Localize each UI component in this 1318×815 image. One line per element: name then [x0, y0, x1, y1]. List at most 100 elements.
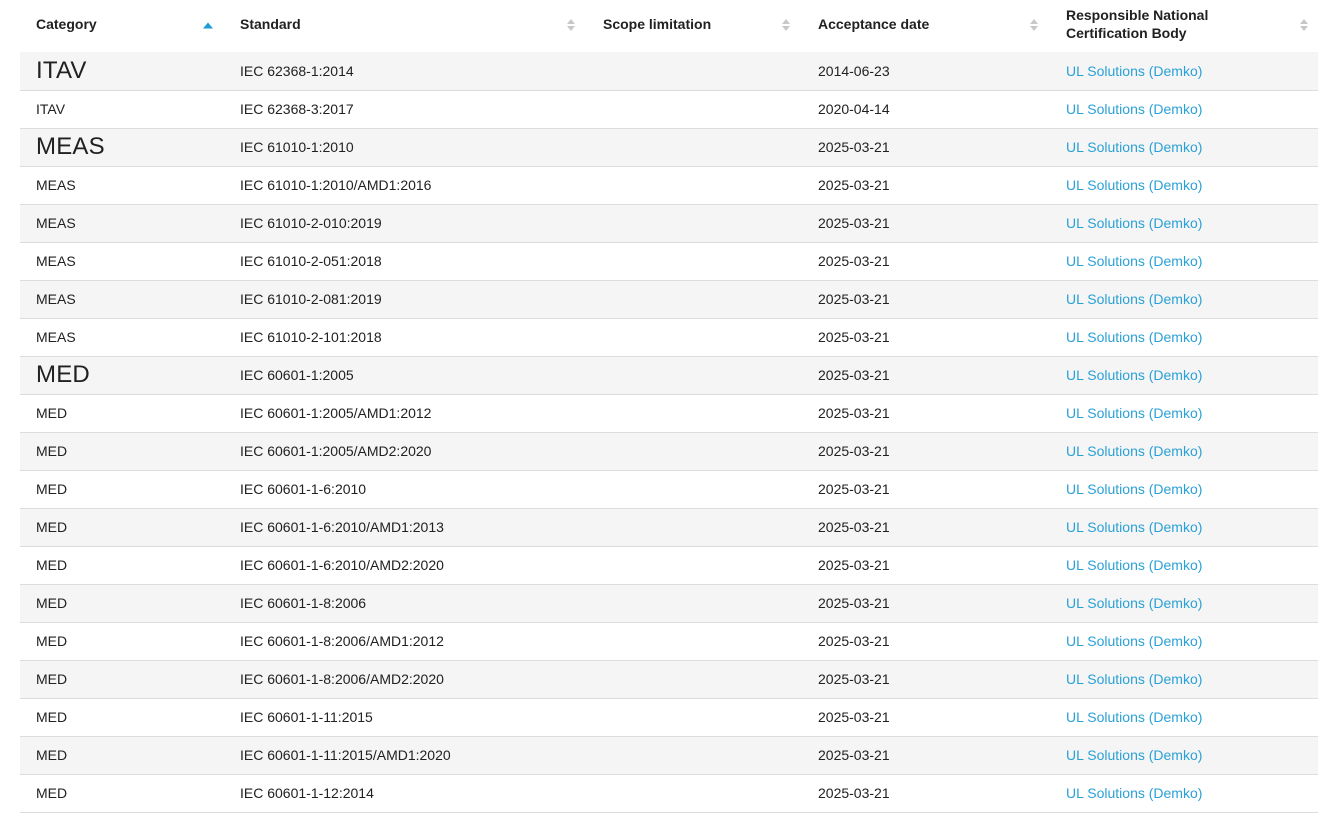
category-cell: MEAS	[20, 166, 222, 204]
standard-label: IEC 60601-1-8:2006	[240, 595, 366, 611]
category-cell: MED	[20, 432, 222, 470]
acceptance-date-label: 2025-03-21	[818, 557, 890, 573]
standard-cell: IEC 60601-1-8:2006/AMD2:2020	[222, 660, 585, 698]
acceptance-date-label: 2025-03-21	[818, 785, 890, 801]
standard-label: IEC 60601-1-8:2006/AMD2:2020	[240, 671, 444, 687]
certification-body-link[interactable]: UL Solutions (Demko)	[1066, 671, 1202, 687]
certification-body-cell: UL Solutions (Demko)	[1048, 584, 1318, 622]
certification-body-cell: UL Solutions (Demko)	[1048, 736, 1318, 774]
certification-body-link[interactable]: UL Solutions (Demko)	[1066, 291, 1202, 307]
standard-label: IEC 62368-3:2017	[240, 101, 354, 117]
category-label: MED	[36, 671, 67, 687]
certification-body-link[interactable]: UL Solutions (Demko)	[1066, 443, 1202, 459]
acceptance-date-label: 2025-03-21	[818, 671, 890, 687]
acceptance-date-label: 2025-03-21	[818, 405, 890, 421]
standard-cell: IEC 60601-1-6:2010	[222, 470, 585, 508]
acceptance-date-cell: 2025-03-21	[800, 166, 1048, 204]
certification-body-link[interactable]: UL Solutions (Demko)	[1066, 101, 1202, 117]
standard-cell: IEC 60601-1-8:2006/AMD1:2012	[222, 622, 585, 660]
table-row: MED IEC 60601-1-11:2015 2025-03-21 UL So…	[20, 698, 1318, 736]
category-cell: MED	[20, 622, 222, 660]
standard-label: IEC 60601-1:2005	[240, 367, 354, 383]
acceptance-date-label: 2025-03-21	[818, 747, 890, 763]
acceptance-date-label: 2025-03-21	[818, 139, 890, 155]
standard-cell: IEC 60601-1-8:2006	[222, 584, 585, 622]
column-header-category-label: Category	[36, 16, 97, 32]
standard-cell: IEC 61010-2-051:2018	[222, 242, 585, 280]
standard-label: IEC 61010-2-101:2018	[240, 329, 382, 345]
category-cell: MED	[20, 470, 222, 508]
scope-limitation-cell	[585, 774, 800, 812]
table-body: ITAV IEC 62368-1:2014 2014-06-23 UL Solu…	[20, 52, 1318, 812]
table-row: MEAS IEC 61010-2-010:2019 2025-03-21 UL …	[20, 204, 1318, 242]
certification-body-cell: UL Solutions (Demko)	[1048, 508, 1318, 546]
certification-body-link[interactable]: UL Solutions (Demko)	[1066, 519, 1202, 535]
acceptance-date-label: 2025-03-21	[818, 519, 890, 535]
acceptance-date-cell: 2025-03-21	[800, 622, 1048, 660]
category-cell: MED	[20, 736, 222, 774]
standard-label: IEC 62368-1:2014	[240, 63, 354, 79]
category-label: MED	[36, 361, 90, 388]
acceptance-date-label: 2025-03-21	[818, 177, 890, 193]
column-header-standard[interactable]: Standard	[222, 0, 585, 52]
certification-body-link[interactable]: UL Solutions (Demko)	[1066, 253, 1202, 269]
acceptance-date-label: 2025-03-21	[818, 443, 890, 459]
standard-cell: IEC 60601-1:2005/AMD1:2012	[222, 394, 585, 432]
certification-body-link[interactable]: UL Solutions (Demko)	[1066, 747, 1202, 763]
certification-body-link[interactable]: UL Solutions (Demko)	[1066, 709, 1202, 725]
standard-cell: IEC 60601-1:2005	[222, 356, 585, 394]
table-row: MED IEC 60601-1-6:2010 2025-03-21 UL Sol…	[20, 470, 1318, 508]
category-cell: MEAS	[20, 242, 222, 280]
sort-icon[interactable]	[1299, 19, 1309, 31]
category-cell: MEAS	[20, 204, 222, 242]
certification-body-cell: UL Solutions (Demko)	[1048, 128, 1318, 166]
certification-body-link[interactable]: UL Solutions (Demko)	[1066, 139, 1202, 155]
column-header-scope-limitation[interactable]: Scope limitation	[585, 0, 800, 52]
table-row: ITAV IEC 62368-1:2014 2014-06-23 UL Solu…	[20, 52, 1318, 90]
certification-body-cell: UL Solutions (Demko)	[1048, 356, 1318, 394]
table-row: MEAS IEC 61010-2-051:2018 2025-03-21 UL …	[20, 242, 1318, 280]
column-header-category[interactable]: Category	[20, 0, 222, 52]
category-cell: MEAS	[20, 318, 222, 356]
sort-icon[interactable]	[781, 19, 791, 31]
table-row: MED IEC 60601-1-8:2006 2025-03-21 UL Sol…	[20, 584, 1318, 622]
acceptance-date-cell: 2025-03-21	[800, 128, 1048, 166]
certification-body-link[interactable]: UL Solutions (Demko)	[1066, 405, 1202, 421]
standard-cell: IEC 61010-2-101:2018	[222, 318, 585, 356]
column-header-certification-body[interactable]: Responsible National Certification Body	[1048, 0, 1318, 52]
certification-body-cell: UL Solutions (Demko)	[1048, 546, 1318, 584]
certification-body-link[interactable]: UL Solutions (Demko)	[1066, 633, 1202, 649]
scope-limitation-cell	[585, 698, 800, 736]
category-label: MED	[36, 709, 67, 725]
acceptance-date-cell: 2025-03-21	[800, 546, 1048, 584]
scope-limitation-cell	[585, 660, 800, 698]
sort-icon[interactable]	[566, 19, 576, 31]
acceptance-date-cell: 2025-03-21	[800, 508, 1048, 546]
sort-ascending-icon[interactable]	[203, 23, 213, 29]
standard-label: IEC 61010-2-081:2019	[240, 291, 382, 307]
sort-icon[interactable]	[1029, 19, 1039, 31]
certification-body-link[interactable]: UL Solutions (Demko)	[1066, 329, 1202, 345]
certification-body-link[interactable]: UL Solutions (Demko)	[1066, 215, 1202, 231]
acceptance-date-cell: 2025-03-21	[800, 242, 1048, 280]
standard-cell: IEC 60601-1-12:2014	[222, 774, 585, 812]
category-label: ITAV	[36, 57, 87, 84]
certification-body-link[interactable]: UL Solutions (Demko)	[1066, 785, 1202, 801]
certification-body-cell: UL Solutions (Demko)	[1048, 280, 1318, 318]
category-label: MED	[36, 747, 67, 763]
certification-body-link[interactable]: UL Solutions (Demko)	[1066, 177, 1202, 193]
table-header: Category Standard Scope limitation Accep…	[20, 0, 1318, 52]
acceptance-date-label: 2025-03-21	[818, 291, 890, 307]
certification-body-link[interactable]: UL Solutions (Demko)	[1066, 595, 1202, 611]
table-row: ITAV IEC 62368-3:2017 2020-04-14 UL Solu…	[20, 90, 1318, 128]
category-label: MED	[36, 785, 67, 801]
standard-cell: IEC 61010-2-010:2019	[222, 204, 585, 242]
column-header-acceptance-date[interactable]: Acceptance date	[800, 0, 1048, 52]
certification-body-link[interactable]: UL Solutions (Demko)	[1066, 557, 1202, 573]
certification-body-link[interactable]: UL Solutions (Demko)	[1066, 481, 1202, 497]
category-label: MEAS	[36, 133, 105, 160]
scope-limitation-cell	[585, 736, 800, 774]
certification-body-link[interactable]: UL Solutions (Demko)	[1066, 63, 1202, 79]
certification-body-link[interactable]: UL Solutions (Demko)	[1066, 367, 1202, 383]
certification-body-cell: UL Solutions (Demko)	[1048, 698, 1318, 736]
